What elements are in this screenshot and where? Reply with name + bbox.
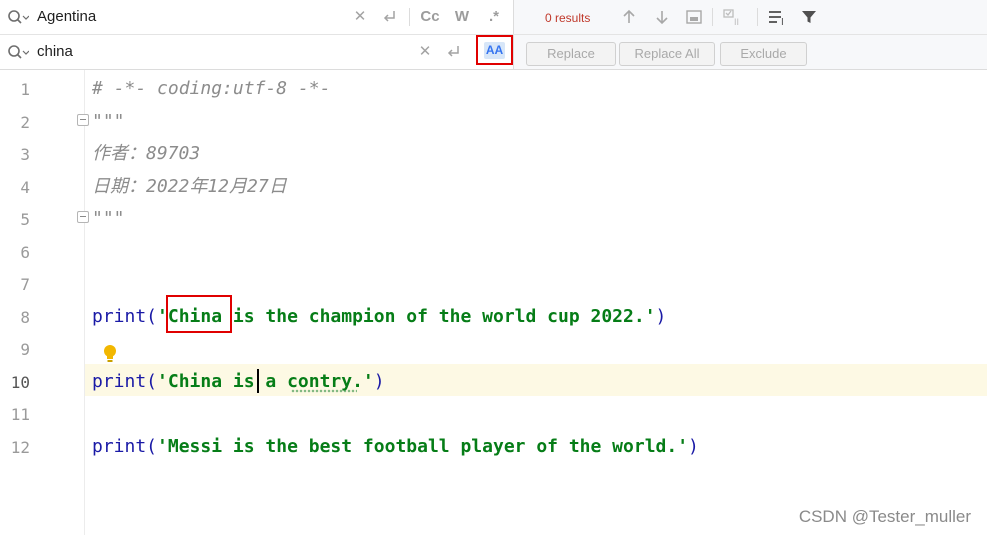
comment-text: """ bbox=[92, 208, 125, 229]
comment-text: # -*- coding:utf-8 -*- bbox=[92, 78, 331, 99]
code-line[interactable]: print('China is the champion of the worl… bbox=[92, 301, 666, 333]
closing-paren: ) bbox=[373, 370, 385, 392]
line-number: 12 bbox=[10, 437, 30, 457]
words-toggle[interactable]: W bbox=[452, 7, 472, 27]
code-line[interactable]: """ bbox=[92, 106, 125, 138]
string-literal: 'China is a contry.' bbox=[157, 370, 374, 392]
string-literal: 'China is the champion of the world cup … bbox=[157, 305, 656, 327]
code-line[interactable]: # -*- coding:utf-8 -*- bbox=[92, 73, 330, 105]
line-number-gutter bbox=[0, 70, 85, 535]
find-input[interactable]: Agentina bbox=[37, 8, 96, 25]
line-number: 11 bbox=[10, 405, 30, 424]
line-number: 5 bbox=[20, 210, 30, 229]
select-all-occurrences-icon[interactable] bbox=[685, 8, 703, 26]
watermark: CSDN @Tester_muller bbox=[798, 507, 971, 526]
replace-input[interactable]: china bbox=[37, 43, 73, 60]
find-bar: Agentina ✕ Cc W .* 0 results II I bbox=[0, 0, 987, 35]
line-number: 4 bbox=[20, 177, 30, 197]
line-number: 9 bbox=[20, 340, 30, 359]
line-number: 8 bbox=[20, 307, 30, 327]
closing-paren: ) bbox=[655, 305, 667, 327]
find-field[interactable]: Agentina ✕ Cc W .* bbox=[0, 0, 514, 34]
preserve-case-icon: AA bbox=[484, 42, 505, 59]
fold-toggle-icon[interactable] bbox=[77, 211, 89, 223]
line-number: 3 bbox=[20, 145, 30, 164]
code-line[interactable]: 作者：89703 bbox=[92, 138, 200, 170]
comment-text: 作者：89703 bbox=[92, 143, 201, 164]
fold-toggle-icon[interactable] bbox=[77, 114, 89, 126]
line-number: 10 bbox=[10, 372, 30, 392]
code-line[interactable]: print('China is a contry.') bbox=[92, 366, 385, 398]
string-literal: 'Messi is the best football player of th… bbox=[157, 435, 689, 457]
search-icon[interactable] bbox=[7, 9, 29, 25]
arrow-down-icon[interactable] bbox=[653, 8, 671, 26]
new-line-icon[interactable] bbox=[380, 8, 398, 26]
replace-all-button[interactable]: Replace All bbox=[619, 42, 715, 66]
function-call: print( bbox=[92, 435, 158, 457]
match-case-toggle[interactable]: Cc bbox=[418, 7, 442, 27]
comment-text: """ bbox=[92, 110, 125, 132]
regex-toggle[interactable]: .* bbox=[484, 7, 504, 27]
lightbulb-icon[interactable] bbox=[102, 344, 118, 364]
code-line[interactable]: 日期：2022年12月27日 bbox=[92, 171, 287, 203]
comment-text: 日期：2022年12月27日 bbox=[92, 175, 287, 197]
results-count: 0 results bbox=[545, 11, 591, 25]
replace-field[interactable]: china ✕ AA bbox=[0, 35, 514, 69]
code-line[interactable]: print('Messi is the best football player… bbox=[92, 431, 699, 463]
line-number: 1 bbox=[20, 80, 30, 99]
line-number: 6 bbox=[20, 242, 30, 262]
preserve-case-toggle[interactable]: AA bbox=[476, 35, 513, 65]
line-number: 2 bbox=[20, 112, 30, 132]
code-line[interactable]: """ bbox=[92, 203, 125, 235]
search-icon[interactable] bbox=[7, 44, 29, 60]
closing-paren: ) bbox=[688, 435, 699, 457]
settings-list-icon[interactable]: I bbox=[767, 8, 789, 26]
replace-bar: china ✕ AA Replace Replace All Exclude bbox=[0, 35, 987, 70]
function-call: print( bbox=[92, 305, 158, 327]
svg-text:I: I bbox=[781, 17, 784, 26]
replace-button[interactable]: Replace bbox=[526, 42, 616, 66]
arrow-up-icon[interactable] bbox=[620, 8, 638, 26]
filter-icon[interactable] bbox=[800, 8, 818, 26]
function-call: print( bbox=[92, 370, 158, 392]
clear-find-icon[interactable]: ✕ bbox=[352, 7, 368, 27]
svg-text:II: II bbox=[734, 17, 739, 26]
exclude-button[interactable]: Exclude bbox=[720, 42, 807, 66]
filter-multiline-icon[interactable]: II bbox=[723, 8, 747, 26]
clear-replace-icon[interactable]: ✕ bbox=[417, 42, 433, 62]
new-line-icon[interactable] bbox=[444, 43, 462, 61]
line-number: 7 bbox=[20, 275, 30, 294]
